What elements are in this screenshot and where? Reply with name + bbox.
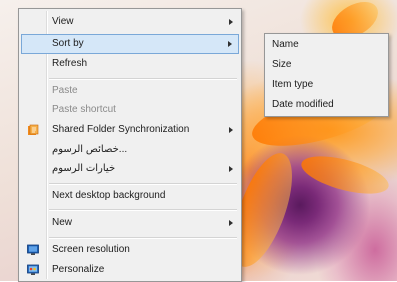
menu-item-label: View: [52, 16, 74, 27]
menu-item-label: Paste shortcut: [52, 104, 116, 115]
menu-item-label: Next desktop background: [52, 190, 166, 201]
submenu-arrow-icon: [229, 220, 233, 226]
sync-folder-icon: [28, 124, 39, 135]
submenu-arrow-icon: [228, 41, 232, 47]
flower-petal: [297, 148, 393, 202]
sort-option-size[interactable]: Size: [267, 55, 386, 75]
menu-item-view[interactable]: View: [21, 12, 239, 32]
sort-option-label: Item type: [272, 79, 314, 90]
submenu-arrow-icon: [229, 166, 233, 172]
desktop-context-menu: View Sort by Refresh Paste Paste shortcu…: [18, 8, 242, 282]
menu-item-paste-shortcut[interactable]: Paste shortcut: [21, 100, 239, 120]
menu-item-refresh[interactable]: Refresh: [21, 54, 239, 74]
sort-option-label: Size: [272, 59, 292, 70]
menu-item-label: Shared Folder Synchronization: [52, 124, 190, 135]
menu-item-label: Screen resolution: [52, 244, 130, 255]
menu-item-label: ...خصائص الرسوم: [52, 144, 128, 155]
menu-item-label: Paste: [52, 85, 78, 96]
menu-item-label: خيارات الرسوم: [52, 163, 116, 174]
menu-item-screen-resolution[interactable]: Screen resolution: [21, 240, 239, 260]
menu-item-shared-folder-sync[interactable]: Shared Folder Synchronization: [21, 120, 239, 140]
menu-item-sort-by[interactable]: Sort by: [21, 34, 239, 54]
menu-item-graphics-options[interactable]: خيارات الرسوم: [21, 159, 239, 179]
menu-item-label: Personalize: [52, 264, 105, 275]
sort-option-label: Name: [272, 39, 299, 50]
personalize-icon: [27, 264, 39, 275]
menu-item-label: Refresh: [52, 58, 88, 69]
sort-option-name[interactable]: Name: [267, 35, 386, 55]
menu-item-new[interactable]: New: [21, 213, 239, 233]
menu-separator: [49, 209, 237, 211]
menu-item-next-desktop-background[interactable]: Next desktop background: [21, 186, 239, 206]
menu-item-label: New: [52, 217, 73, 228]
submenu-arrow-icon: [229, 127, 233, 133]
monitor-icon: [27, 244, 39, 255]
menu-separator: [49, 183, 237, 185]
sort-option-label: Date modified: [272, 99, 334, 110]
menu-separator: [49, 78, 237, 80]
submenu-arrow-icon: [229, 19, 233, 25]
menu-item-personalize[interactable]: Personalize: [21, 260, 239, 280]
menu-item-paste[interactable]: Paste: [21, 81, 239, 101]
sort-option-date-modified[interactable]: Date modified: [267, 95, 386, 115]
menu-separator: [49, 237, 237, 239]
sort-option-item-type[interactable]: Item type: [267, 75, 386, 95]
sort-by-submenu: Name Size Item type Date modified: [264, 33, 389, 117]
menu-item-label: Sort by: [52, 38, 84, 49]
menu-item-graphics-properties[interactable]: ...خصائص الرسوم: [21, 140, 239, 160]
